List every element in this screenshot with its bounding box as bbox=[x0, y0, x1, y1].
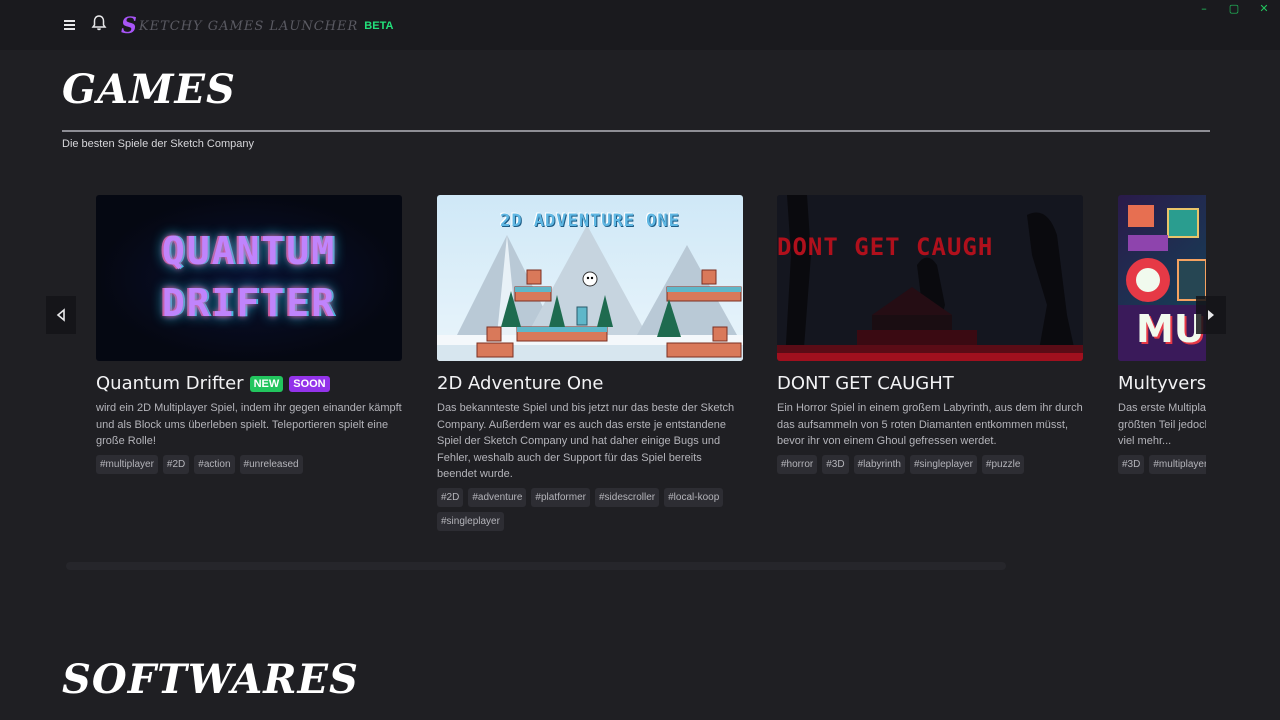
game-card-multyverse[interactable]: MU Multyverse Das erste Multiplayer Spie… bbox=[1118, 195, 1206, 474]
carousel-next-button[interactable] bbox=[1196, 296, 1226, 334]
game-title[interactable]: Quantum Drifter bbox=[96, 373, 244, 394]
tag[interactable]: #local-koop bbox=[664, 487, 724, 507]
logo-name: Ketchy Games Launcher bbox=[138, 18, 359, 34]
carousel-scrollbar[interactable] bbox=[66, 562, 1006, 570]
game-title[interactable]: Multyverse bbox=[1118, 373, 1206, 394]
tag[interactable]: #platformer bbox=[531, 487, 590, 507]
game-title-row: Multyverse bbox=[1118, 373, 1206, 394]
tag-list: #2D #adventure #platformer #sidescroller… bbox=[437, 487, 743, 531]
tag-list: #multiplayer #2D #action #unreleased bbox=[96, 454, 402, 474]
top-bar: S Ketchy Games Launcher BETA – ▢ ✕ bbox=[0, 0, 1280, 50]
logo-initial: S bbox=[121, 13, 137, 39]
game-thumbnail[interactable]: QUANTUM DRIFTER bbox=[96, 195, 402, 361]
close-button[interactable]: ✕ bbox=[1256, 2, 1272, 16]
tag[interactable]: #action bbox=[194, 454, 235, 474]
tag-list: #3D #multiplayer bbox=[1118, 454, 1206, 474]
thumbnail-text: DRIFTER bbox=[161, 281, 337, 325]
game-title-row: Quantum Drifter NEW SOON bbox=[96, 373, 402, 394]
game-title[interactable]: 2D Adventure One bbox=[437, 373, 604, 394]
game-card-quantum-drifter[interactable]: QUANTUM DRIFTER Quantum Drifter NEW SOON… bbox=[96, 195, 402, 474]
maximize-button[interactable]: ▢ bbox=[1226, 2, 1242, 16]
game-description: Ein Horror Spiel in einem großem Labyrin… bbox=[777, 402, 1083, 447]
soon-badge: SOON bbox=[289, 375, 330, 392]
tag[interactable]: #2D bbox=[437, 487, 464, 507]
games-section-title: Games bbox=[62, 66, 236, 113]
game-title[interactable]: DONT GET CAUGHT bbox=[777, 373, 954, 394]
tag-list: #horror #3D #labyrinth #singleplayer #pu… bbox=[777, 454, 1083, 474]
section-divider bbox=[62, 130, 1210, 132]
chevron-left-icon bbox=[56, 308, 65, 322]
tag[interactable]: #multiplayer bbox=[96, 454, 158, 474]
window-controls: – ▢ ✕ bbox=[1196, 2, 1272, 16]
game-thumbnail[interactable]: 2D ADVENTURE ONE bbox=[437, 195, 743, 361]
game-thumbnail[interactable]: DONT GET CAUGH bbox=[777, 195, 1083, 361]
tag[interactable]: #3D bbox=[1118, 454, 1145, 474]
tag[interactable]: #singleplayer bbox=[909, 454, 977, 474]
tag[interactable]: #labyrinth bbox=[853, 454, 905, 474]
game-description: wird ein 2D Multiplayer Spiel, indem ihr… bbox=[96, 402, 402, 447]
tag[interactable]: #singleplayer bbox=[437, 511, 504, 531]
tag[interactable]: #3D bbox=[822, 454, 849, 474]
softwares-section-title: Softwares bbox=[62, 656, 359, 703]
beta-badge: BETA bbox=[364, 20, 394, 32]
horror-scene-image bbox=[777, 195, 1083, 361]
minimize-button[interactable]: – bbox=[1196, 2, 1212, 16]
tag[interactable]: #adventure bbox=[468, 487, 527, 507]
game-card-2d-adventure-one[interactable]: 2D ADVENTURE ONE 2D Adventure One Das be… bbox=[437, 195, 743, 531]
thumbnail-text: DONT GET CAUGH bbox=[777, 233, 994, 261]
game-description: Das bekannteste Spiel und bis jetzt nur … bbox=[437, 402, 735, 480]
game-title-row: 2D Adventure One bbox=[437, 373, 743, 394]
chevron-right-icon bbox=[1208, 310, 1214, 320]
game-description: Das erste Multiplayer Spiel der Sketch C… bbox=[1118, 402, 1206, 447]
thumbnail-text: MU bbox=[1136, 307, 1205, 351]
thumbnail-text: 2D ADVENTURE ONE bbox=[500, 211, 680, 231]
carousel-prev-button[interactable] bbox=[46, 296, 76, 334]
bell-icon[interactable] bbox=[90, 14, 110, 34]
tag[interactable]: #puzzle bbox=[981, 454, 1025, 474]
game-thumbnail[interactable]: MU bbox=[1118, 195, 1206, 361]
app-logo: S Ketchy Games Launcher BETA bbox=[121, 12, 393, 40]
game-card-dont-get-caught[interactable]: DONT GET CAUGH DONT GET CAUGHT Ein Horro… bbox=[777, 195, 1083, 474]
tag[interactable]: #multiplayer bbox=[1149, 454, 1206, 474]
tag[interactable]: #horror bbox=[777, 454, 818, 474]
tag[interactable]: #sidescroller bbox=[594, 487, 660, 507]
new-badge: NEW bbox=[249, 375, 284, 392]
carousel-viewport: QUANTUM DRIFTER Quantum Drifter NEW SOON… bbox=[96, 180, 1206, 580]
games-section-subtitle: Die besten Spiele der Sketch Company bbox=[62, 138, 254, 150]
games-carousel: QUANTUM DRIFTER Quantum Drifter NEW SOON… bbox=[0, 180, 1280, 580]
tag[interactable]: #unreleased bbox=[239, 454, 303, 474]
tag[interactable]: #2D bbox=[162, 454, 190, 474]
game-title-row: DONT GET CAUGHT bbox=[777, 373, 1083, 394]
thumbnail-text: QUANTUM bbox=[161, 229, 337, 273]
menu-icon[interactable] bbox=[60, 15, 80, 35]
